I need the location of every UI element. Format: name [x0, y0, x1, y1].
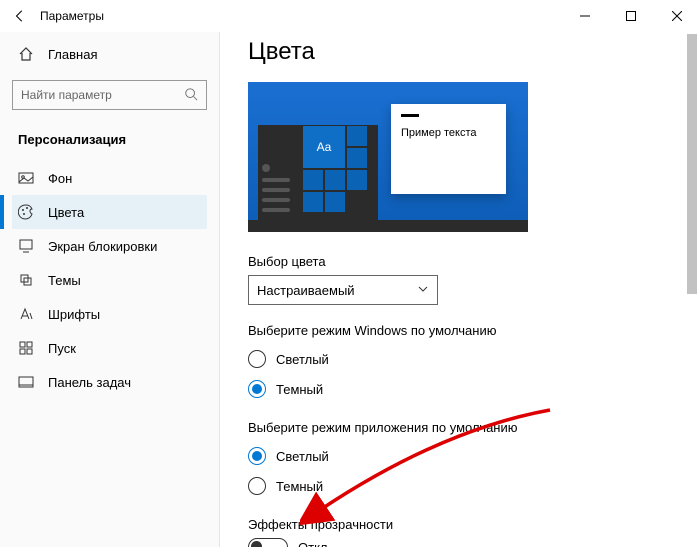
radio-icon: [248, 380, 266, 398]
picture-icon: [18, 170, 34, 186]
radio-label: Темный: [276, 479, 323, 494]
taskbar-icon: [18, 374, 34, 390]
transparency-label: Эффекты прозрачности: [248, 517, 672, 532]
start-icon: [18, 340, 34, 356]
minimize-button[interactable]: [562, 0, 608, 32]
color-choice-dropdown[interactable]: Настраиваемый: [248, 275, 438, 305]
app-mode-group: Светлый Темный: [248, 441, 672, 501]
chevron-down-icon: [417, 283, 429, 298]
page-title: Цвета: [248, 38, 672, 66]
sidebar-item-colors[interactable]: Цвета: [12, 195, 207, 229]
preview-aa-tile: Aa: [303, 126, 345, 168]
app-mode-label: Выберите режим приложения по умолчанию: [248, 420, 672, 435]
window-title: Параметры: [40, 9, 104, 23]
sidebar-item-label: Цвета: [48, 205, 84, 220]
sidebar-item-label: Шрифты: [48, 307, 100, 322]
sidebar: Главная Найти параметр Персонализация Фо…: [0, 32, 220, 547]
palette-icon: [18, 204, 34, 220]
color-choice-label: Выбор цвета: [248, 254, 672, 269]
sidebar-item-label: Пуск: [48, 341, 76, 356]
radio-label: Светлый: [276, 352, 329, 367]
search-icon: [184, 87, 198, 104]
home-label: Главная: [48, 47, 97, 62]
lockscreen-icon: [18, 238, 34, 254]
color-preview: Aa Пример текста: [248, 82, 528, 232]
section-title: Персонализация: [12, 128, 207, 161]
sidebar-item-lockscreen[interactable]: Экран блокировки: [12, 229, 207, 263]
home-link[interactable]: Главная: [12, 38, 207, 70]
windows-mode-label: Выберите режим Windows по умолчанию: [248, 323, 672, 338]
scrollbar-thumb[interactable]: [687, 34, 697, 294]
app-mode-light[interactable]: Светлый: [248, 441, 672, 471]
radio-icon: [248, 350, 266, 368]
titlebar: Параметры: [0, 0, 700, 32]
sidebar-item-start[interactable]: Пуск: [12, 331, 207, 365]
sidebar-item-fonts[interactable]: Шрифты: [12, 297, 207, 331]
sidebar-item-label: Панель задач: [48, 375, 131, 390]
windows-mode-light[interactable]: Светлый: [248, 344, 672, 374]
search-input[interactable]: Найти параметр: [12, 80, 207, 110]
content-area: Цвета Aa Пример текста Выбор цвета Настр…: [220, 32, 700, 547]
radio-label: Темный: [276, 382, 323, 397]
sidebar-item-label: Фон: [48, 171, 72, 186]
scrollbar[interactable]: [687, 34, 697, 543]
sidebar-item-label: Темы: [48, 273, 81, 288]
radio-icon: [248, 447, 266, 465]
close-button[interactable]: [654, 0, 700, 32]
back-button[interactable]: [10, 9, 30, 23]
app-mode-dark[interactable]: Темный: [248, 471, 672, 501]
search-placeholder: Найти параметр: [21, 88, 112, 102]
sidebar-item-themes[interactable]: Темы: [12, 263, 207, 297]
preview-sample-text: Пример текста: [401, 127, 496, 139]
home-icon: [18, 46, 34, 62]
windows-mode-group: Светлый Темный: [248, 344, 672, 404]
radio-icon: [248, 477, 266, 495]
windows-mode-dark[interactable]: Темный: [248, 374, 672, 404]
radio-label: Светлый: [276, 449, 329, 464]
transparency-state: Откл.: [298, 540, 331, 547]
sidebar-item-background[interactable]: Фон: [12, 161, 207, 195]
maximize-button[interactable]: [608, 0, 654, 32]
transparency-toggle[interactable]: [248, 538, 288, 547]
sidebar-item-label: Экран блокировки: [48, 239, 157, 254]
sidebar-item-taskbar[interactable]: Панель задач: [12, 365, 207, 399]
themes-icon: [18, 272, 34, 288]
fonts-icon: [18, 306, 34, 322]
dropdown-value: Настраиваемый: [257, 283, 355, 298]
